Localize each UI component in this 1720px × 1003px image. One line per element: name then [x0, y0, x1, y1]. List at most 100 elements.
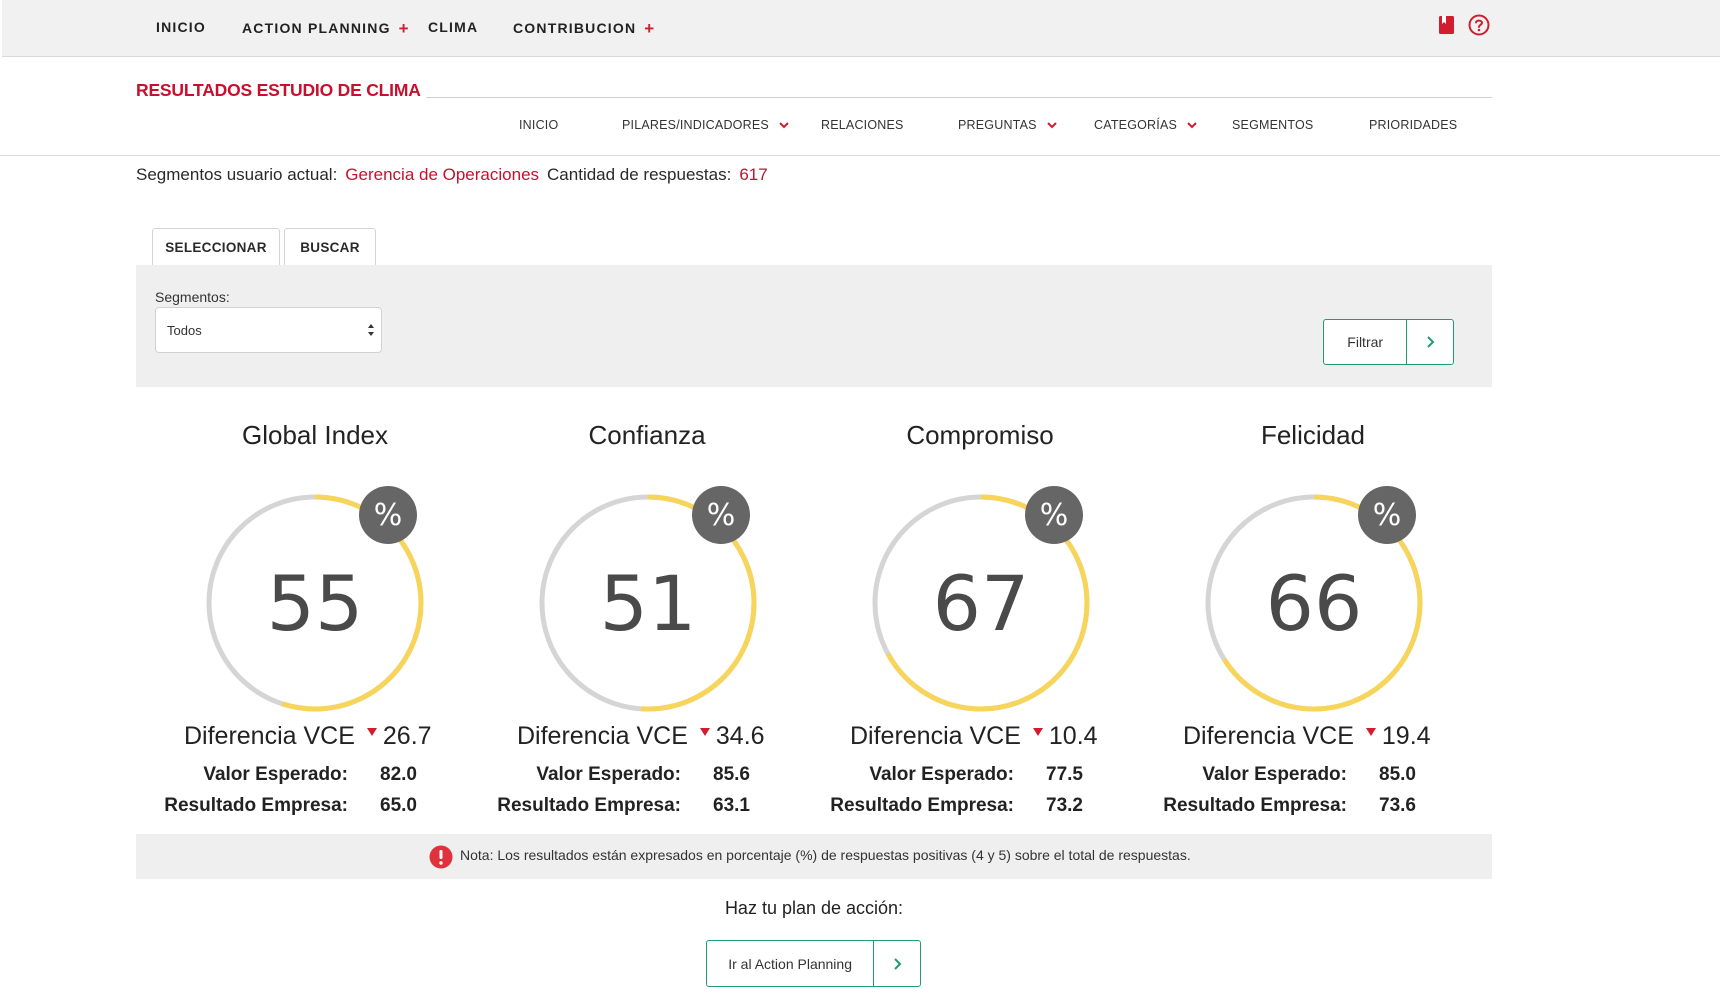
diff-value: 10.4 [1048, 722, 1098, 750]
expected-value: 85.6 [713, 764, 750, 785]
company-label: Resultado Empresa: [164, 795, 348, 816]
subnav-segmentos[interactable]: SEGMENTOS [1232, 118, 1313, 132]
percent-icon: % [1373, 498, 1402, 533]
gauge-compromiso: 67% [872, 486, 1090, 712]
topnav-action-planning[interactable]: ACTION PLANNING + [242, 19, 410, 39]
company-label: Resultado Empresa: [830, 795, 1014, 816]
company-value: 65.0 [380, 795, 417, 816]
segment-select-value: Todos [167, 323, 202, 338]
gauge-title-global-index: Global Index [242, 420, 388, 450]
down-triangle-icon [699, 728, 710, 736]
topnav-inicio[interactable]: INICIO [156, 19, 206, 35]
diff-value: 26.7 [382, 722, 432, 750]
percent-icon: % [374, 498, 403, 533]
expected-value: 82.0 [380, 764, 417, 785]
expected-label: Valor Esperado: [536, 764, 681, 785]
subnav-preguntas[interactable]: PREGUNTAS [958, 118, 1057, 132]
diff-row-confianza: Diferencia VCE 34.6 [517, 722, 857, 751]
filter-button[interactable]: Filtrar [1323, 319, 1454, 365]
percent-icon: % [1040, 498, 1069, 533]
expected-value: 77.5 [1046, 764, 1083, 785]
gauge-value: 55 [267, 559, 364, 648]
header-divider [0, 155, 1720, 156]
filter-button-label: Filtrar [1347, 334, 1384, 350]
expected-label: Valor Esperado: [869, 764, 1014, 785]
subnav-label: PRIORIDADES [1369, 118, 1458, 132]
company-label: Resultado Empresa: [497, 795, 681, 816]
diff-row-compromiso: Diferencia VCE 10.4 [850, 722, 1190, 751]
subnav-categorias[interactable]: CATEGORÍAS [1094, 118, 1197, 132]
gauge-global-index: 55% [206, 486, 424, 712]
expected-label: Valor Esperado: [1202, 764, 1347, 785]
diff-row-global-index: Diferencia VCE 26.7 [184, 722, 524, 751]
company-value: 63.1 [713, 795, 750, 816]
topnav-inicio-label: INICIO [156, 19, 206, 35]
percent-icon: % [707, 498, 736, 533]
down-triangle-icon [1365, 728, 1376, 736]
tab-buscar[interactable]: BUSCAR [284, 228, 376, 265]
subnav-relaciones[interactable]: RELACIONES [821, 118, 904, 132]
alert-circle-icon [429, 845, 453, 869]
diff-row-felicidad: Diferencia VCE 19.4 [1183, 722, 1523, 751]
subnav-prioridades[interactable]: PRIORIDADES [1369, 118, 1457, 132]
response-count-value: 617 [739, 165, 768, 184]
company-value: 73.2 [1046, 795, 1083, 816]
expected-value: 85.0 [1379, 764, 1416, 785]
diff-label: Diferencia VCE [1183, 722, 1354, 750]
diff-label: Diferencia VCE [184, 722, 355, 750]
subnav-label: CATEGORÍAS [1094, 118, 1178, 132]
topnav-contribucion-label: CONTRIBUCION [513, 20, 637, 36]
subnav-label: SEGMENTOS [1232, 118, 1314, 132]
note-text: Nota: Los resultados están expresados en… [460, 847, 1191, 863]
subnav-label: PILARES/INDICADORES [622, 118, 769, 132]
diff-value: 34.6 [715, 722, 765, 750]
gauge-title-felicidad: Felicidad [1260, 420, 1366, 450]
expected-label: Valor Esperado: [203, 764, 348, 785]
gauge-value: 66 [1266, 559, 1363, 648]
subnav-label: PREGUNTAS [958, 118, 1037, 132]
down-triangle-icon [366, 728, 377, 736]
go-action-planning-label: Ir al Action Planning [728, 955, 852, 972]
page-title: RESULTADOS ESTUDIO DE CLIMA [136, 80, 421, 100]
company-value: 73.6 [1379, 795, 1416, 816]
subnav-inicio[interactable]: INICIO [519, 118, 558, 132]
book-icon[interactable] [1436, 14, 1458, 36]
title-divider [426, 97, 1492, 98]
subnav-label: INICIO [519, 118, 559, 132]
gauge-value: 51 [600, 559, 697, 648]
diff-value: 19.4 [1381, 722, 1431, 750]
topnav-clima-label: CLIMA [428, 19, 479, 35]
segment-label: Segmentos usuario actual: [136, 165, 338, 184]
chevron-down-icon [1187, 122, 1197, 129]
gauge-title-confianza: Confianza [588, 420, 706, 450]
plus-icon: + [644, 19, 656, 38]
diff-label: Diferencia VCE [850, 722, 1021, 750]
response-count-label: Cantidad de respuestas: [547, 165, 732, 184]
diff-label: Diferencia VCE [517, 722, 688, 750]
gauge-value: 67 [933, 559, 1030, 648]
segment-field-label: Segmentos: [155, 289, 230, 305]
gauge-felicidad: 66% [1205, 486, 1423, 712]
tab-seleccionar[interactable]: SELECCIONAR [152, 228, 280, 265]
subnav-pilares-indicadores[interactable]: PILARES/INDICADORES [622, 118, 789, 132]
company-label: Resultado Empresa: [1163, 795, 1347, 816]
segment-value: Gerencia de Operaciones [345, 165, 540, 184]
gauge-confianza: 51% [539, 486, 757, 712]
topnav-clima[interactable]: CLIMA [428, 19, 478, 35]
chevron-down-icon [779, 122, 789, 129]
down-triangle-icon [1032, 728, 1043, 736]
plus-icon: + [398, 19, 410, 38]
segment-info: Segmentos usuario actual: Gerencia de Ope… [136, 165, 768, 185]
chevron-right-icon [1406, 320, 1453, 364]
go-action-planning-button[interactable]: Ir al Action Planning [706, 940, 921, 987]
chevron-right-icon [873, 941, 920, 986]
topnav-action-planning-label: ACTION PLANNING [242, 20, 391, 36]
action-plan-prompt: Haz tu plan de acción: [724, 898, 904, 918]
gauge-title-compromiso: Compromiso [906, 420, 1054, 450]
subnav-label: RELACIONES [821, 118, 904, 132]
chevron-down-icon [1046, 122, 1057, 129]
help-circle-icon[interactable] [1468, 14, 1490, 36]
select-arrows-icon [368, 324, 374, 336]
topnav-contribucion[interactable]: CONTRIBUCION + [513, 19, 655, 39]
segment-select[interactable]: Todos [155, 307, 382, 353]
